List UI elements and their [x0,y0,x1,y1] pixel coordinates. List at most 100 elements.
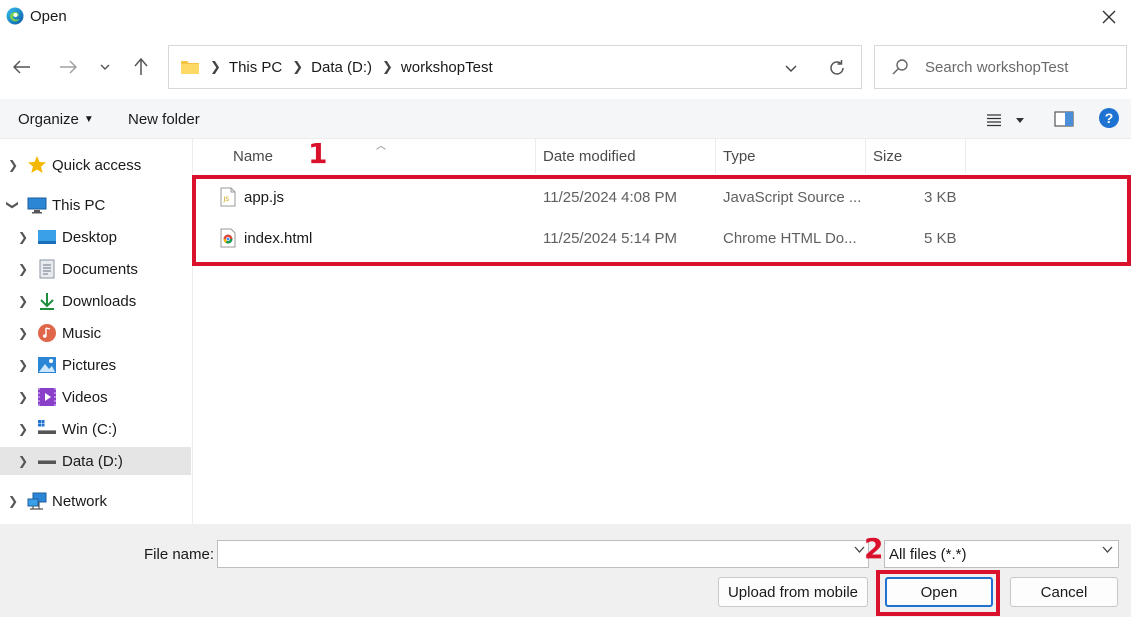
breadcrumb-separator: ❯ [292,59,304,74]
help-button[interactable]: ? [1099,108,1119,128]
chevron-right-icon[interactable]: ❯ [17,422,29,436]
column-header-size[interactable]: Size [866,139,966,173]
cancel-button[interactable]: Cancel [1010,577,1118,607]
up-button[interactable] [126,52,156,82]
sidebar-item-this-pc[interactable]: ❯ This PC [0,191,191,219]
breadcrumb-this-pc[interactable]: This PC [229,59,282,76]
title-bar: Open [0,0,1131,34]
column-header-label: Date modified [543,147,636,165]
close-button[interactable] [1095,4,1123,30]
breadcrumb-separator: ❯ [210,59,221,74]
sidebar-item-label: This PC [52,196,106,214]
breadcrumb-workshoptest[interactable]: workshopTest [401,59,493,76]
sidebar-item-videos[interactable]: ❯ Videos [0,383,191,411]
sidebar-item-data-d[interactable]: ❯ Data (D:) [0,447,191,475]
new-folder-button[interactable]: New folder [128,111,200,128]
column-header-label: Name [233,147,274,165]
documents-icon [39,259,55,279]
sidebar-item-win-c[interactable]: ❯ Win (C:) [0,415,191,443]
refresh-icon [830,60,844,75]
file-name-combobox[interactable] [217,540,869,568]
sidebar-item-label: Music [62,324,102,342]
preview-pane-icon[interactable] [1053,109,1075,129]
column-header-label: Type [723,147,756,165]
network-icon [27,492,47,510]
address-history-button[interactable] [781,58,801,78]
file-type-select[interactable]: All files (*.*) [884,540,1119,568]
chevron-right-icon[interactable]: ❯ [17,326,29,340]
file-type-value: All files (*.*) [889,545,967,563]
sidebar-item-label: Quick access [52,156,142,174]
chevron-right-icon[interactable]: ❯ [7,158,19,172]
pictures-icon [38,357,56,373]
sidebar-item-label: Downloads [62,292,137,310]
drive-icon [38,460,56,464]
sidebar-item-quick-access[interactable]: ❯ Quick access [0,151,191,179]
chevron-down-icon [100,64,110,70]
sidebar-item-label: Data (D:) [62,452,123,470]
chevron-right-icon[interactable]: ❯ [17,230,29,244]
column-header-name[interactable]: Name ︿ [194,139,536,173]
star-icon [28,156,46,173]
file-name-label: File name: [144,546,215,563]
desktop-icon [38,230,56,244]
address-bar[interactable]: ❯ This PC ❯ Data (D:) ❯ workshopTest [168,45,862,89]
sidebar-item-pictures[interactable]: ❯ Pictures [0,351,191,379]
edge-icon [6,7,24,25]
chevron-right-icon[interactable]: ❯ [17,294,29,308]
sidebar-item-label: Desktop [62,228,118,246]
chevron-right-icon[interactable]: ❯ [17,454,29,468]
sidebar-item-label: Win (C:) [62,420,117,438]
search-input[interactable] [925,58,1125,76]
forward-button[interactable] [53,52,83,82]
sidebar-item-desktop[interactable]: ❯ Desktop [0,223,191,251]
sidebar-item-music[interactable]: ❯ Music [0,319,191,347]
sidebar-item-label: Pictures [62,356,117,374]
caret-down-icon [1016,117,1024,123]
sidebar-item-downloads[interactable]: ❯ Downloads [0,287,191,315]
column-header-date-modified[interactable]: Date modified [536,139,716,173]
sidebar-item-documents[interactable]: ❯ Documents [0,255,191,283]
refresh-button[interactable] [825,56,849,80]
step-2-label: 2 [864,532,884,565]
breadcrumb-separator: ❯ [382,59,393,74]
arrow-up-icon [134,58,148,75]
chevron-down-icon[interactable]: ❯ [6,199,20,211]
download-icon [40,293,54,310]
arrow-right-icon [60,60,77,74]
organize-label: Organize [18,111,79,128]
window-title: Open [30,8,67,25]
breadcrumb-data-d[interactable]: Data (D:) [311,59,372,76]
details-view-icon [987,114,1001,127]
column-header-label: Size [873,147,903,165]
search-icon [892,59,908,75]
change-view-button[interactable] [986,109,1030,131]
upload-from-mobile-button[interactable]: Upload from mobile [718,577,868,607]
close-icon [1102,10,1116,24]
chevron-right-icon[interactable]: ❯ [7,494,19,508]
sidebar-item-network[interactable]: ❯ Network [0,487,191,515]
recent-locations-button[interactable] [90,52,120,82]
sidebar-item-label: Videos [62,388,108,406]
sidebar-item-label: Documents [62,260,138,278]
chevron-down-icon [1102,546,1113,553]
files-highlight-box [192,175,1131,266]
sidebar-item-label: Network [52,492,108,510]
step-1-label: 1 [308,137,328,170]
chevron-right-icon[interactable]: ❯ [17,262,29,276]
chevron-right-icon[interactable]: ❯ [17,358,29,372]
back-button[interactable] [7,52,37,82]
command-bar: Organize ▼ New folder [0,99,1131,139]
drive-icon [38,420,56,434]
videos-icon [38,388,56,406]
chevron-down-icon [785,65,797,72]
organize-button[interactable]: Organize ▼ [18,111,94,128]
search-box[interactable] [874,45,1127,89]
caret-down-icon: ▼ [83,114,94,125]
computer-icon [27,197,47,214]
sort-ascending-icon: ︿ [376,141,386,152]
column-header-type[interactable]: Type [716,139,866,173]
music-icon [38,324,56,342]
chevron-right-icon[interactable]: ❯ [17,390,29,404]
folder-icon [181,61,199,74]
